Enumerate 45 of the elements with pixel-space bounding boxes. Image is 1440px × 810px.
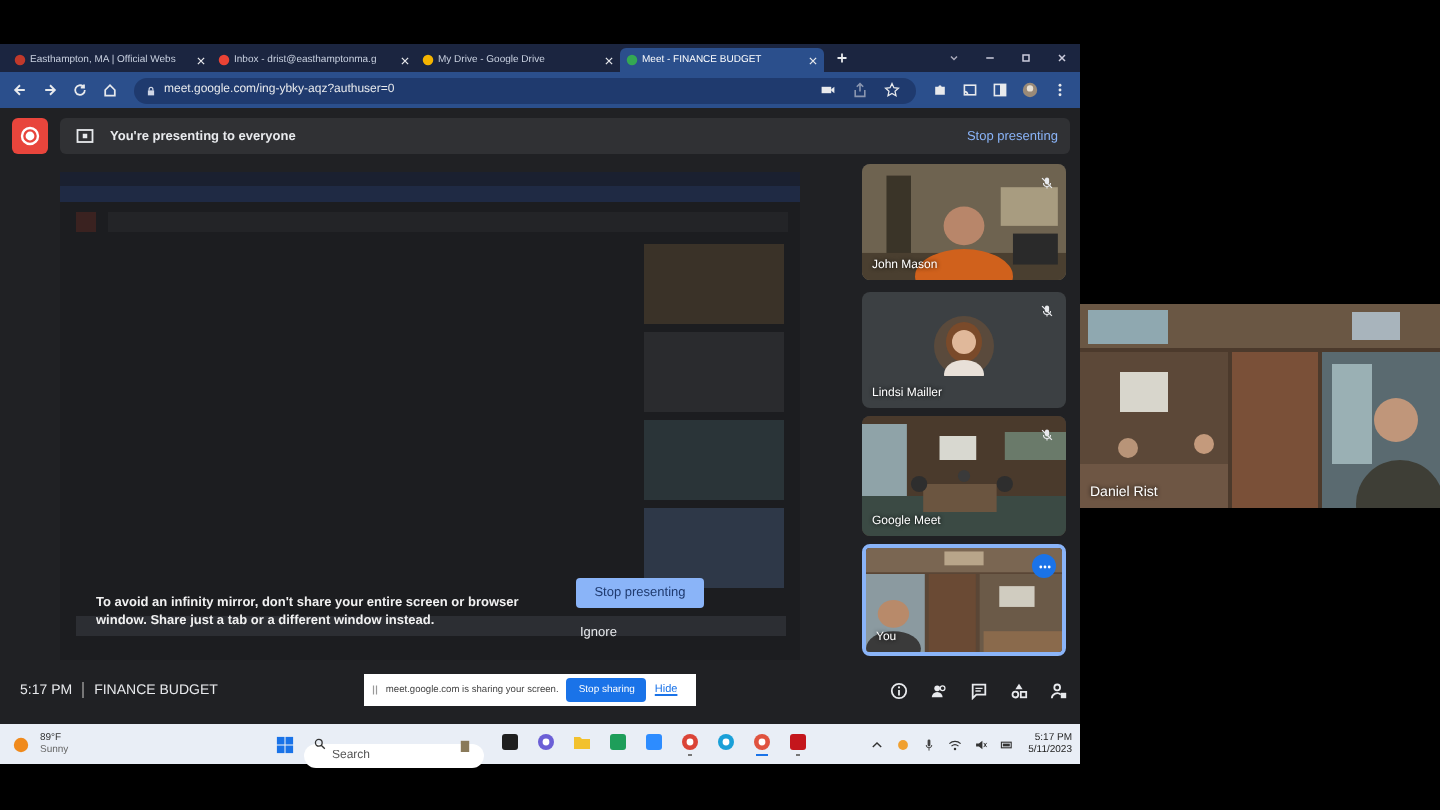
reload-icon[interactable] <box>72 82 88 98</box>
profile-avatar-icon[interactable] <box>1022 82 1038 98</box>
present-screen-icon <box>76 128 94 144</box>
star-icon[interactable] <box>884 82 900 98</box>
lock-icon <box>146 85 156 95</box>
more-icon <box>1037 563 1051 569</box>
chevron-down-icon[interactable] <box>948 52 960 64</box>
record-button[interactable] <box>12 118 48 154</box>
speaker-icon[interactable] <box>974 737 989 751</box>
record-icon <box>20 126 40 146</box>
round-app-icon[interactable] <box>752 731 772 752</box>
battery-icon[interactable] <box>1000 737 1015 751</box>
back-icon[interactable] <box>12 82 28 98</box>
start-icon[interactable] <box>276 735 294 753</box>
share-icon[interactable] <box>852 82 868 98</box>
plus-icon[interactable] <box>836 52 848 64</box>
close-icon[interactable] <box>604 55 614 65</box>
search-icon <box>314 738 326 750</box>
site-icon <box>14 54 26 66</box>
minimize-icon[interactable] <box>984 52 996 64</box>
forward-icon[interactable] <box>42 82 58 98</box>
drag-handle-icon[interactable] <box>371 684 378 696</box>
round-app-icon[interactable] <box>716 731 736 752</box>
chat-icon[interactable] <box>970 681 988 699</box>
close-icon[interactable] <box>808 55 818 65</box>
camera-icon[interactable] <box>820 82 836 98</box>
site-icon <box>626 54 638 66</box>
cast-icon[interactable] <box>962 82 978 98</box>
home-icon[interactable] <box>102 82 118 98</box>
close-icon[interactable] <box>400 55 410 65</box>
document-icon[interactable] <box>788 731 808 752</box>
side-panel-icon[interactable] <box>992 82 1008 98</box>
lock-person-icon[interactable] <box>1050 681 1068 699</box>
site-icon <box>218 54 230 66</box>
info-icon[interactable] <box>890 681 908 699</box>
round-app-icon[interactable] <box>680 731 700 752</box>
microphone-icon[interactable] <box>922 737 937 751</box>
people-icon[interactable] <box>930 681 948 699</box>
chevron-up-icon[interactable] <box>870 737 885 751</box>
site-icon <box>422 54 434 66</box>
close-icon[interactable] <box>1056 52 1068 64</box>
restore-icon[interactable] <box>1020 52 1032 64</box>
wifi-icon[interactable] <box>948 737 963 751</box>
shapes-icon[interactable] <box>1010 681 1028 699</box>
close-icon[interactable] <box>196 55 206 65</box>
